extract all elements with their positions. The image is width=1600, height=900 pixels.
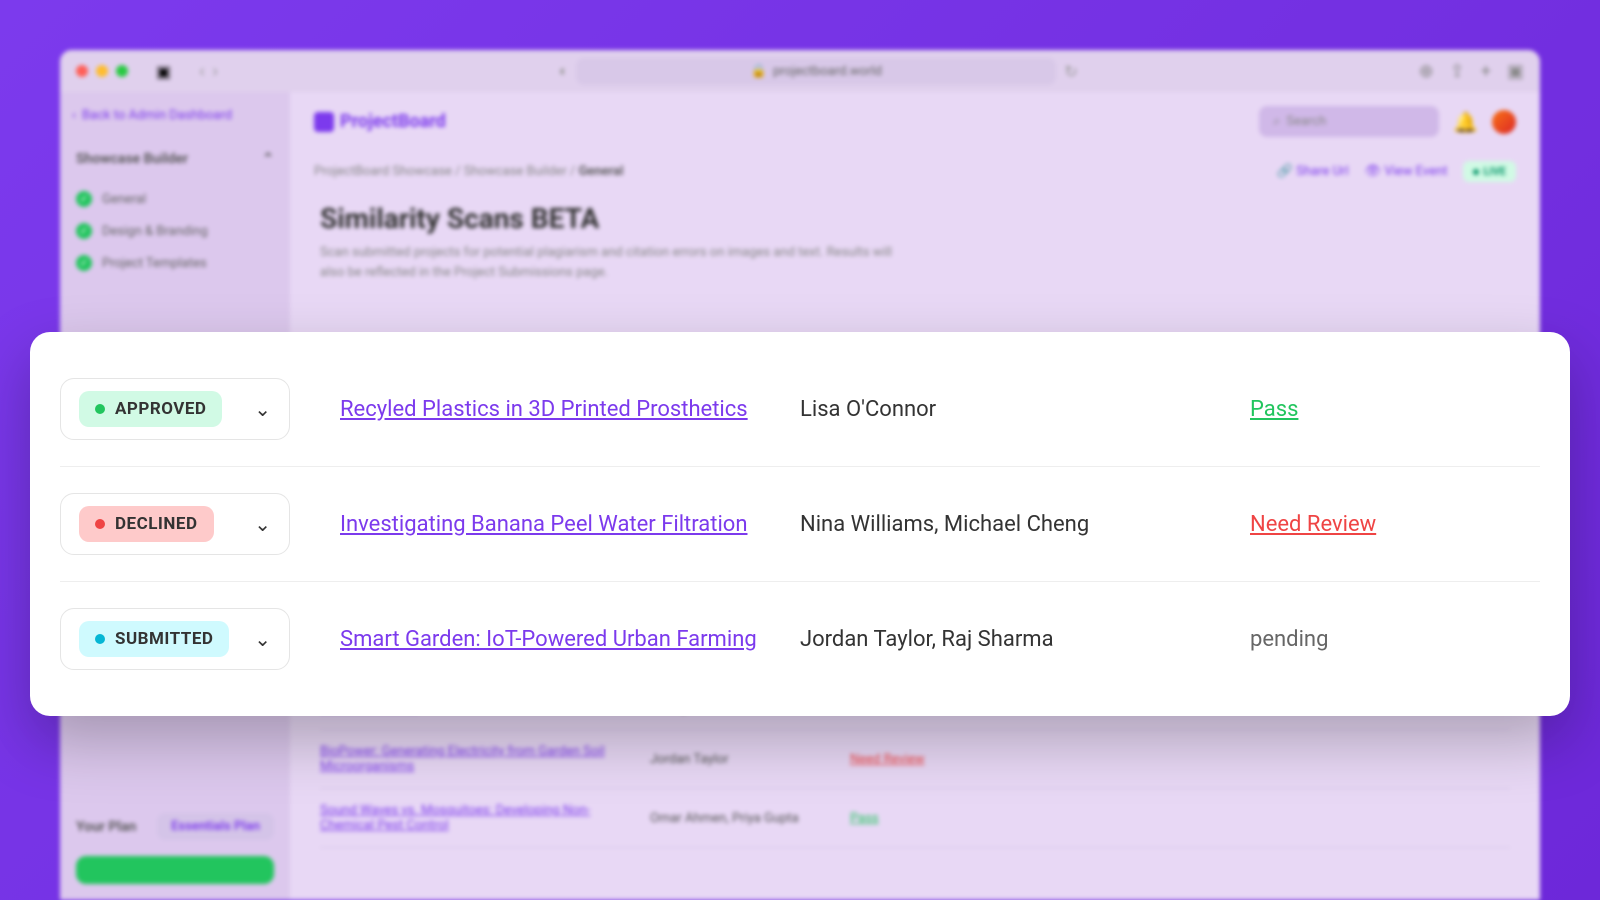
author-text: Jordan Taylor bbox=[650, 752, 830, 767]
forward-nav-icon[interactable]: › bbox=[213, 61, 218, 82]
status-chip: APPROVED bbox=[79, 391, 222, 427]
status-dropdown[interactable]: APPROVED ⌄ bbox=[60, 378, 290, 440]
result-link[interactable]: pending bbox=[1250, 627, 1410, 652]
logo-icon bbox=[314, 112, 334, 132]
search-icon: ⌕ bbox=[1273, 114, 1280, 129]
status-chip: DECLINED bbox=[79, 506, 214, 542]
breadcrumb: ProjectBoard Showcase / Showcase Builder… bbox=[314, 164, 624, 179]
result-link[interactable]: Pass bbox=[1250, 397, 1410, 422]
lock-icon: 🔒 bbox=[751, 64, 767, 79]
status-dot-icon bbox=[95, 519, 105, 529]
status-label: DECLINED bbox=[115, 514, 198, 534]
breadcrumb-mid[interactable]: Showcase Builder bbox=[464, 164, 567, 179]
result-link[interactable]: Need Review bbox=[1250, 512, 1410, 537]
check-icon: ✓ bbox=[76, 255, 92, 271]
url-bar[interactable]: 🔒 projectboard.world bbox=[576, 58, 1056, 85]
status-dropdown[interactable]: SUBMITTED ⌄ bbox=[60, 608, 290, 670]
sidebar-toggle-icon[interactable]: ▣ bbox=[156, 62, 171, 81]
status-label: APPROVED bbox=[115, 399, 206, 419]
avatar[interactable] bbox=[1492, 110, 1516, 134]
result-link[interactable]: Pass bbox=[850, 811, 940, 826]
project-link[interactable]: Recyled Plastics in 3D Printed Prostheti… bbox=[340, 397, 780, 422]
chevron-left-icon: ‹ bbox=[72, 108, 76, 123]
tabs-icon[interactable]: ▣ bbox=[1507, 61, 1524, 82]
brand-logo[interactable]: ProjectBoard bbox=[314, 111, 446, 132]
search-input[interactable]: ⌕ Search bbox=[1259, 106, 1439, 137]
chevron-up-icon: ⌃ bbox=[262, 151, 274, 167]
project-link[interactable]: Sound Waves vs. Mosquitoes: Developing N… bbox=[320, 803, 630, 833]
bell-icon[interactable]: 🔔 bbox=[1453, 110, 1478, 134]
status-dot-icon bbox=[95, 634, 105, 644]
back-to-dashboard-link[interactable]: ‹ Back to Admin Dashboard bbox=[72, 108, 278, 123]
live-badge: LIVE bbox=[1463, 161, 1516, 182]
overlay-card: APPROVED ⌄ Recyled Plastics in 3D Printe… bbox=[30, 332, 1570, 716]
maximize-window-icon[interactable] bbox=[116, 65, 128, 77]
chevron-down-icon: ⌄ bbox=[254, 627, 271, 651]
download-icon[interactable]: ⊕ bbox=[1419, 61, 1434, 82]
back-nav-icon[interactable]: ‹ bbox=[199, 61, 204, 82]
page-description: Scan submitted projects for potential pl… bbox=[320, 243, 900, 282]
chevron-down-icon: ⌄ bbox=[254, 512, 271, 536]
plan-label: Your Plan bbox=[76, 819, 136, 835]
traffic-lights bbox=[76, 65, 128, 77]
author-text: Omar Ahmen, Priya Gupta bbox=[650, 811, 830, 826]
result-link[interactable]: Need Review bbox=[850, 752, 940, 767]
share-icon[interactable]: ⇪ bbox=[1450, 61, 1465, 82]
table-row: Sound Waves vs. Mosquitoes: Developing N… bbox=[320, 789, 1510, 848]
check-icon: ✓ bbox=[76, 223, 92, 239]
status-chip: SUBMITTED bbox=[79, 621, 229, 657]
shield-icon[interactable]: ◐ bbox=[559, 61, 569, 81]
project-link[interactable]: Smart Garden: IoT-Powered Urban Farming bbox=[340, 627, 780, 652]
plan-badge[interactable]: Essentials Plan bbox=[157, 813, 274, 840]
status-dot-icon bbox=[95, 404, 105, 414]
overlay-row: APPROVED ⌄ Recyled Plastics in 3D Printe… bbox=[60, 352, 1540, 467]
page-title: Similarity Scans BETA bbox=[320, 202, 1510, 235]
topbar: ProjectBoard ⌕ Search 🔔 bbox=[290, 92, 1540, 151]
breadcrumb-bar: ProjectBoard Showcase / Showcase Builder… bbox=[290, 151, 1540, 192]
check-icon: ✓ bbox=[76, 191, 92, 207]
status-label: SUBMITTED bbox=[115, 629, 213, 649]
browser-chrome: ▣ ‹ › ◐ 🔒 projectboard.world ↻ ⊕ ⇪ + ▣ bbox=[60, 50, 1540, 92]
status-dropdown[interactable]: DECLINED ⌄ bbox=[60, 493, 290, 555]
author-text: Jordan Taylor, Raj Sharma bbox=[800, 627, 1230, 652]
sidebar-item-design[interactable]: ✓ Design & Branding bbox=[72, 215, 278, 247]
breadcrumb-current: General bbox=[579, 164, 624, 179]
new-tab-icon[interactable]: + bbox=[1481, 61, 1491, 82]
author-text: Lisa O'Connor bbox=[800, 397, 1230, 422]
close-window-icon[interactable] bbox=[76, 65, 88, 77]
overlay-row: DECLINED ⌄ Investigating Banana Peel Wat… bbox=[60, 467, 1540, 582]
project-link[interactable]: Investigating Banana Peel Water Filtrati… bbox=[340, 512, 780, 537]
sidebar-item-templates[interactable]: ✓ Project Templates bbox=[72, 247, 278, 279]
breadcrumb-root[interactable]: ProjectBoard Showcase bbox=[314, 164, 452, 179]
reload-icon[interactable]: ↻ bbox=[1064, 62, 1077, 81]
sidebar-section-builder[interactable]: Showcase Builder ⌃ bbox=[72, 143, 278, 175]
author-text: Nina Williams, Michael Cheng bbox=[800, 512, 1230, 537]
share-url-link[interactable]: 🔗 Share Url bbox=[1277, 164, 1349, 179]
url-text: projectboard.world bbox=[773, 64, 882, 79]
view-event-link[interactable]: 👁 View Event bbox=[1365, 164, 1448, 179]
project-link[interactable]: BioPower: Generating Electricity from Ga… bbox=[320, 744, 630, 774]
overlay-row: SUBMITTED ⌄ Smart Garden: IoT-Powered Ur… bbox=[60, 582, 1540, 696]
sidebar-item-general[interactable]: ✓ General bbox=[72, 183, 278, 215]
table-row: BioPower: Generating Electricity from Ga… bbox=[320, 730, 1510, 789]
chevron-down-icon: ⌄ bbox=[254, 397, 271, 421]
minimize-window-icon[interactable] bbox=[96, 65, 108, 77]
upgrade-plan-button[interactable] bbox=[76, 856, 274, 884]
